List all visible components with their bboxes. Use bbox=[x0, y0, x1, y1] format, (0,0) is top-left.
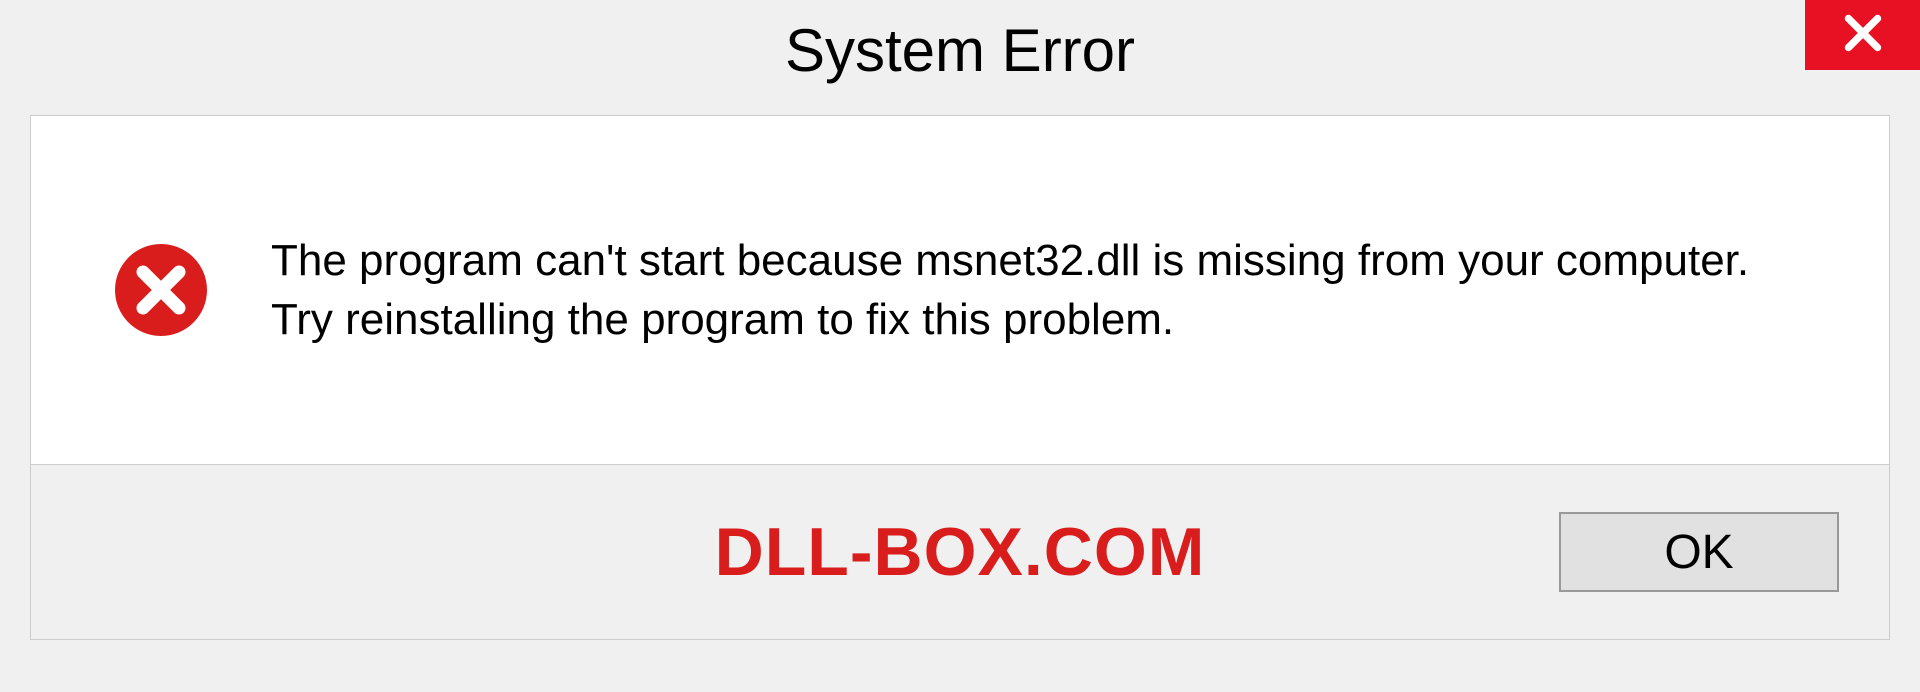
close-icon bbox=[1838, 8, 1888, 63]
dialog-titlebar: System Error bbox=[0, 0, 1920, 100]
close-button[interactable] bbox=[1805, 0, 1920, 70]
ok-button[interactable]: OK bbox=[1559, 512, 1839, 592]
watermark-text: DLL-BOX.COM bbox=[715, 513, 1206, 591]
error-message: The program can't start because msnet32.… bbox=[271, 231, 1809, 350]
dialog-content: The program can't start because msnet32.… bbox=[30, 115, 1890, 465]
error-circle-x-icon bbox=[111, 240, 211, 340]
dialog-footer: DLL-BOX.COM OK bbox=[30, 465, 1890, 640]
dialog-title: System Error bbox=[785, 16, 1135, 85]
